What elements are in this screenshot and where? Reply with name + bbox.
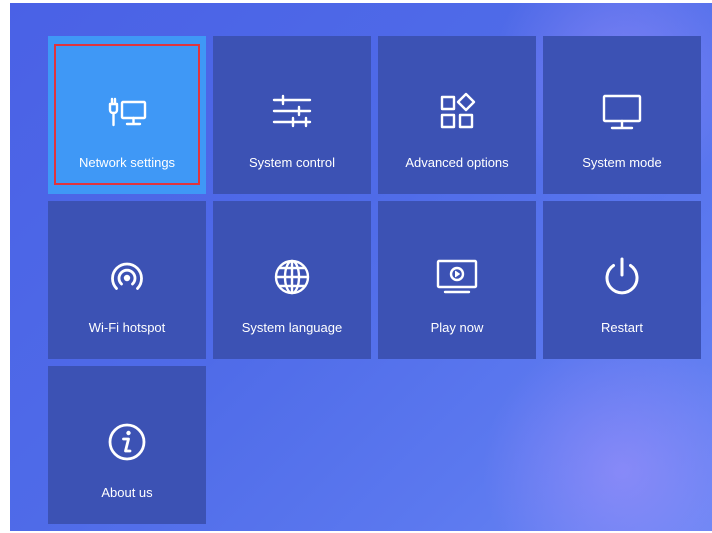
info-icon xyxy=(103,418,151,466)
tile-play-now[interactable]: Play now xyxy=(378,201,536,359)
tile-label: System control xyxy=(249,155,335,170)
power-icon xyxy=(598,253,646,301)
tile-system-language[interactable]: System language xyxy=(213,201,371,359)
tile-label: System mode xyxy=(582,155,662,170)
monitor-icon xyxy=(598,88,646,136)
tile-wifi-hotspot[interactable]: Wi-Fi hotspot xyxy=(48,201,206,359)
tile-advanced-options[interactable]: Advanced options xyxy=(378,36,536,194)
tile-label: About us xyxy=(101,485,153,500)
settings-screen: Network settings System control Advanced… xyxy=(10,3,712,531)
sliders-icon xyxy=(268,88,316,136)
network-icon xyxy=(103,88,151,136)
play-screen-icon xyxy=(433,253,481,301)
tile-label: Restart xyxy=(601,320,643,335)
tile-label: Network settings xyxy=(78,155,176,170)
tile-system-mode[interactable]: System mode xyxy=(543,36,701,194)
tile-system-control[interactable]: System control xyxy=(213,36,371,194)
tile-restart[interactable]: Restart xyxy=(543,201,701,359)
tile-label: Advanced options xyxy=(405,155,509,170)
tile-about-us[interactable]: About us xyxy=(48,366,206,524)
hotspot-icon xyxy=(103,253,151,301)
settings-menu-grid: Network settings System control Advanced… xyxy=(48,36,701,524)
tile-label: System language xyxy=(241,320,343,335)
apps-icon xyxy=(433,88,481,136)
tile-label: Wi-Fi hotspot xyxy=(88,320,166,335)
tile-label: Play now xyxy=(430,320,484,335)
globe-icon xyxy=(268,253,316,301)
tile-network-settings[interactable]: Network settings xyxy=(48,36,206,194)
